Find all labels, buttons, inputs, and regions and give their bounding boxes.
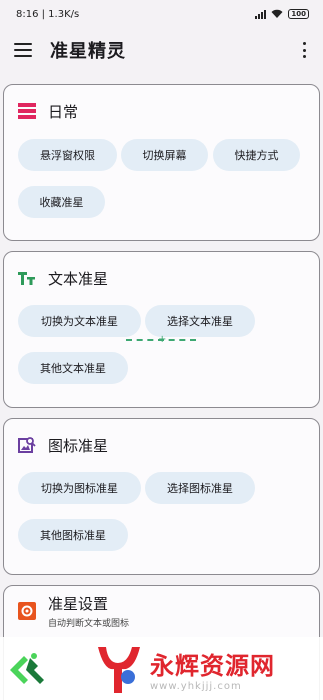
image-search-icon <box>18 437 36 453</box>
section-subtitle: 自动判断文本或图标 <box>48 619 130 629</box>
watermark-banner: 永辉资源网 www.yhkjjj.com <box>0 637 323 700</box>
more-options-icon[interactable] <box>299 42 309 58</box>
signal-icon <box>255 9 267 19</box>
daily-list-icon <box>18 103 36 119</box>
switch-screen-button[interactable]: 切换屏幕 <box>121 139 208 171</box>
section-title: 图标准星 <box>48 436 109 455</box>
text-format-icon <box>18 272 35 285</box>
overlay-permission-button[interactable]: 悬浮窗权限 <box>18 139 117 171</box>
site-logo-icon <box>10 652 44 684</box>
wifi-icon <box>271 9 283 18</box>
switch-to-icon-crosshair-button[interactable]: 切换为图标准星 <box>18 472 141 504</box>
section-icon-crosshair: 图标准星 切换为图标准星 选择图标准星 其他图标准星 <box>3 418 320 575</box>
section-title: 准星设置 <box>48 595 109 613</box>
hamburger-menu-icon[interactable] <box>14 43 32 57</box>
battery-icon: 100 <box>288 9 309 19</box>
section-text-crosshair: 文本准星 切换为文本准星 选择文本准星 其他文本准星 <box>3 251 320 408</box>
brand-logo-icon <box>98 646 140 693</box>
other-text-crosshair-button[interactable]: 其他文本准星 <box>18 352 128 384</box>
app-bar: 准星精灵 <box>0 28 323 72</box>
section-daily: 日常 悬浮窗权限 切换屏幕 快捷方式 收藏准星 <box>3 84 320 241</box>
settings-gear-icon <box>18 602 36 620</box>
select-text-crosshair-button[interactable]: 选择文本准星 <box>145 305 255 337</box>
app-title: 准星精灵 <box>50 41 126 62</box>
favorite-crosshair-button[interactable]: 收藏准星 <box>18 186 105 218</box>
section-title: 文本准星 <box>48 269 109 288</box>
other-icon-crosshair-button[interactable]: 其他图标准星 <box>18 519 128 551</box>
section-title: 日常 <box>48 102 79 121</box>
switch-to-text-crosshair-button[interactable]: 切换为文本准星 <box>18 305 141 337</box>
watermark-url: www.yhkjjj.com <box>150 680 242 692</box>
status-bar: 8:16 | 1.3K/s 100 <box>0 0 323 28</box>
watermark-title: 永辉资源网 <box>150 651 275 680</box>
select-icon-crosshair-button[interactable]: 选择图标准星 <box>145 472 255 504</box>
shortcut-button[interactable]: 快捷方式 <box>213 139 300 171</box>
crosshair-center-icon: + <box>158 334 167 345</box>
status-time: 8:16 | 1.3K/s <box>16 8 80 20</box>
